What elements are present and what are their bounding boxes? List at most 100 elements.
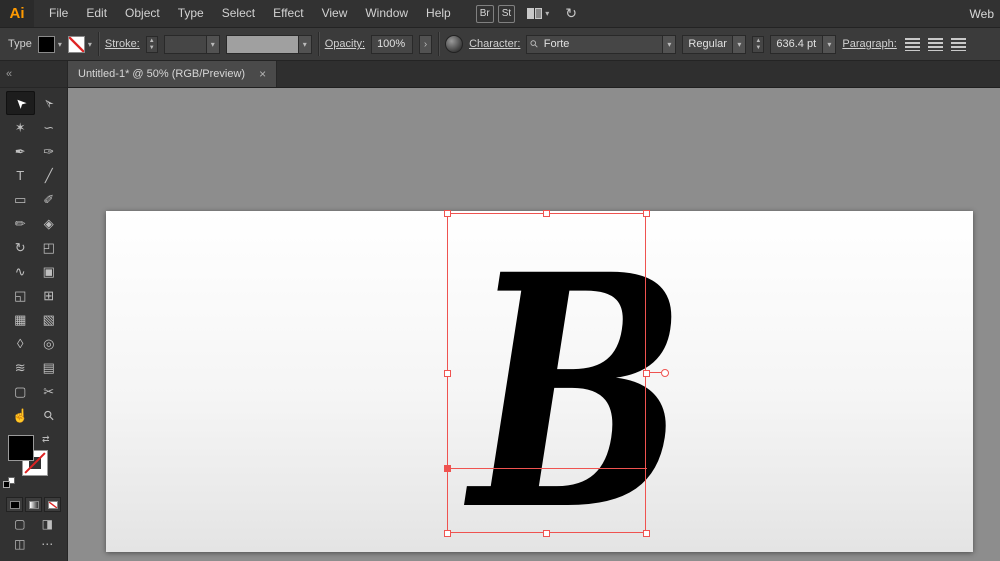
menu-object[interactable]: Object (116, 0, 169, 27)
lasso-tool[interactable]: ∽ (35, 115, 64, 139)
stepper-down-icon[interactable]: ▼ (149, 45, 155, 51)
chevron-down-icon[interactable]: ▾ (88, 40, 92, 49)
menu-select[interactable]: Select (213, 0, 264, 27)
selection-handle-bottom-left[interactable] (444, 530, 451, 537)
tab-close-icon[interactable]: × (259, 67, 266, 81)
pencil-tool[interactable]: ✏ (6, 211, 35, 235)
align-left-icon[interactable] (905, 38, 920, 51)
chevron-down-icon[interactable]: ▾ (298, 36, 311, 53)
sync-settings-icon[interactable]: ↻ (565, 5, 577, 22)
fill-swatch[interactable] (38, 36, 55, 53)
chevron-down-icon[interactable]: ▾ (58, 40, 62, 49)
selection-handle-top-right[interactable] (643, 210, 650, 217)
menu-window[interactable]: Window (356, 0, 417, 27)
chevron-down-icon[interactable]: ▾ (732, 36, 745, 53)
swap-fill-stroke-icon[interactable]: ⇄ (42, 434, 50, 445)
stroke-width-stepper[interactable]: ▲ ▼ (146, 36, 158, 53)
selection-handle-bottom-center[interactable] (543, 530, 550, 537)
paragraph-panel-link[interactable]: Paragraph: (842, 38, 896, 50)
chevron-down-icon[interactable]: ▾ (662, 36, 675, 53)
character-panel-link[interactable]: Character: (469, 38, 520, 50)
shape-builder-tool[interactable]: ◱ (6, 283, 35, 307)
mesh-tool[interactable]: ▦ (6, 307, 35, 331)
brush-definition-combo[interactable]: ▾ (226, 35, 312, 54)
fill-color-box[interactable] (8, 435, 34, 461)
text-anchor-point[interactable] (444, 465, 451, 472)
none-button[interactable] (44, 497, 61, 512)
stroke-panel-link[interactable]: Stroke: (105, 38, 140, 50)
paintbrush-tool[interactable]: ✐ (35, 187, 64, 211)
selection-tool[interactable]: ➤ (6, 91, 35, 115)
workspace-switcher[interactable]: Web (970, 7, 994, 21)
menu-edit[interactable]: Edit (77, 0, 116, 27)
fill-color-control[interactable]: ▾ (38, 36, 62, 53)
stroke-none-swatch[interactable] (68, 36, 85, 53)
stepper-up-icon[interactable]: ▲ (149, 38, 155, 44)
menu-view[interactable]: View (313, 0, 357, 27)
slice-tool[interactable]: ✂ (35, 379, 64, 403)
selection-handle-top-center[interactable] (543, 210, 550, 217)
change-screen-mode-button[interactable]: ◫ (6, 536, 34, 552)
direct-selection-tool[interactable]: ➢ (35, 91, 64, 115)
gradient-button[interactable] (25, 497, 42, 512)
font-style-combo[interactable]: Regular ▾ (682, 35, 746, 54)
selection-handle-bottom-right[interactable] (643, 530, 650, 537)
canvas[interactable]: B (68, 88, 1000, 561)
stepper-down-icon[interactable]: ▼ (755, 45, 761, 51)
selection-handle-top-left[interactable] (444, 210, 451, 217)
bridge-button[interactable]: Br (476, 5, 494, 23)
hand-tool[interactable]: ☝ (6, 403, 35, 427)
out-port-circle[interactable] (661, 369, 669, 377)
type-tool[interactable]: T (6, 163, 35, 187)
menu-effect[interactable]: Effect (264, 0, 312, 27)
pen-tool[interactable]: ✒ (6, 139, 35, 163)
selection-handle-mid-left[interactable] (444, 370, 451, 377)
draw-normal-mode-button[interactable]: ▢ (6, 516, 34, 532)
chevron-down-icon[interactable]: ▾ (822, 36, 835, 53)
recolor-artwork-icon[interactable] (445, 35, 463, 53)
width-tool[interactable]: ∿ (6, 259, 35, 283)
app-logo[interactable]: Ai (0, 0, 34, 27)
rectangle-tool[interactable]: ▭ (6, 187, 35, 211)
font-family-combo[interactable]: ⚲ Forte ▾ (526, 35, 676, 54)
opacity-panel-link[interactable]: Opacity: (325, 38, 365, 50)
edit-toolbar-button[interactable]: ⋯ (34, 536, 62, 552)
selection-handle-mid-right[interactable] (643, 370, 650, 377)
zoom-tool[interactable]: ⚲ (35, 403, 64, 427)
free-transform-tool[interactable]: ▣ (35, 259, 64, 283)
chevron-down-icon[interactable]: ▾ (545, 9, 549, 18)
eraser-tool[interactable]: ◈ (35, 211, 64, 235)
draw-behind-mode-button[interactable]: ◨ (34, 516, 62, 532)
font-size-combo[interactable]: 636.4 pt ▾ (770, 35, 836, 54)
stroke-width-combo[interactable]: ▾ (164, 35, 220, 54)
default-fill-stroke-icon[interactable] (3, 477, 17, 490)
menu-type[interactable]: Type (169, 0, 213, 27)
blend-tool[interactable]: ◎ (35, 331, 64, 355)
magic-wand-tool[interactable]: ✶ (6, 115, 35, 139)
symbol-sprayer-tool[interactable]: ≋ (6, 355, 35, 379)
stock-button[interactable]: St (498, 5, 515, 23)
gradient-tool[interactable]: ▧ (35, 307, 64, 331)
artboard-tool[interactable]: ▢ (6, 379, 35, 403)
opacity-expand-button[interactable]: › (419, 35, 432, 54)
scale-tool[interactable]: ◰ (35, 235, 64, 259)
column-graph-tool[interactable]: ▤ (35, 355, 64, 379)
perspective-grid-tool[interactable]: ⊞ (35, 283, 64, 307)
menu-help[interactable]: Help (417, 0, 460, 27)
color-button[interactable] (6, 497, 23, 512)
curvature-tool[interactable]: ✑ (35, 139, 64, 163)
stroke-color-control[interactable]: ▾ (68, 36, 92, 53)
stepper-up-icon[interactable]: ▲ (755, 38, 761, 44)
menu-file[interactable]: File (40, 0, 77, 27)
rotate-tool[interactable]: ↻ (6, 235, 35, 259)
font-size-stepper[interactable]: ▲ ▼ (752, 36, 764, 53)
opacity-field[interactable]: 100% (371, 35, 413, 54)
line-segment-tool[interactable]: ╱ (35, 163, 64, 187)
chevron-down-icon[interactable]: ▾ (206, 36, 219, 53)
eyedropper-tool[interactable]: ◊ (6, 331, 35, 355)
align-right-icon[interactable] (951, 38, 966, 51)
toolbar-collapse-button[interactable]: « (0, 61, 67, 88)
document-tab[interactable]: Untitled-1* @ 50% (RGB/Preview) × (68, 61, 277, 87)
align-center-icon[interactable] (928, 38, 943, 51)
arrange-documents-icon[interactable] (527, 8, 542, 19)
